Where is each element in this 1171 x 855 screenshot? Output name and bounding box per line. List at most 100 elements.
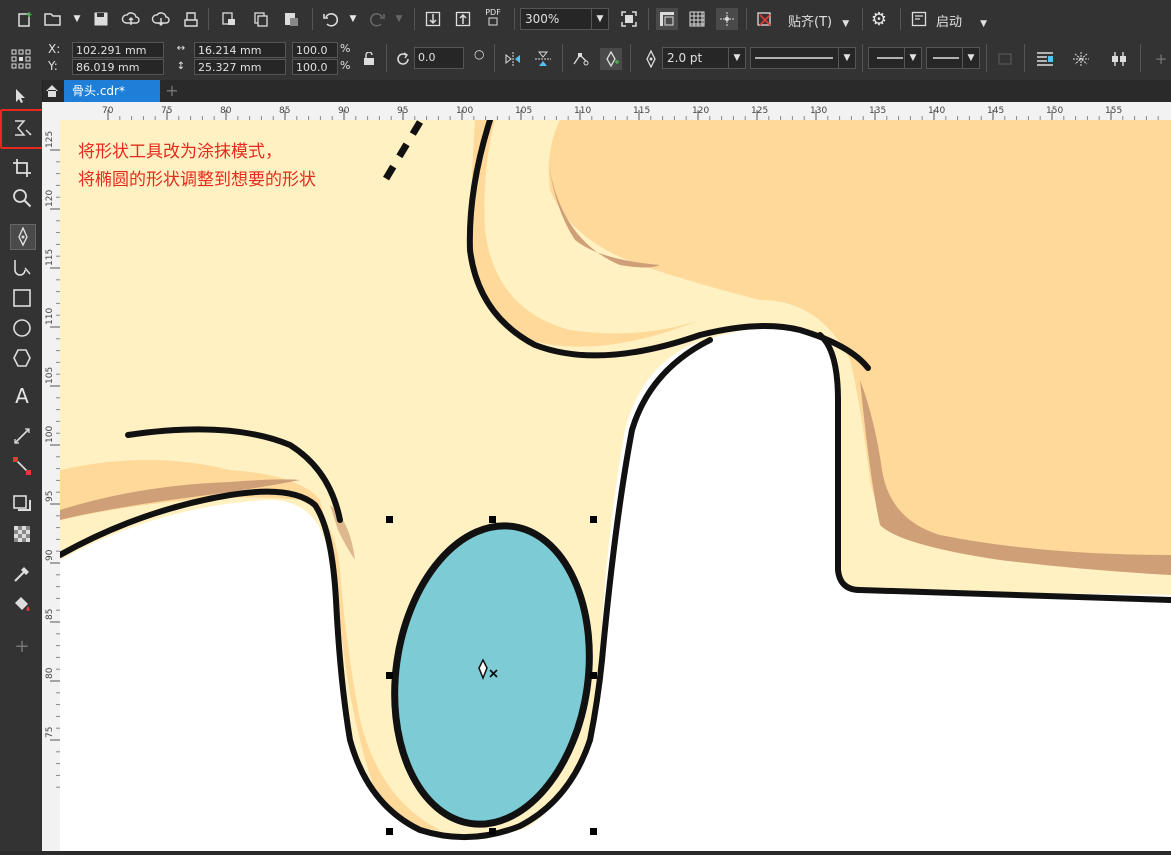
cloud-download-icon[interactable] xyxy=(150,8,172,30)
drawing-canvas[interactable]: 将形状工具改为涂抹模式， 将椭圆的形状调整到想要的形状 xyxy=(60,120,1171,851)
pen-tool-icon[interactable] xyxy=(10,224,36,250)
zoom-level-select[interactable]: 300% ▼ xyxy=(520,8,609,30)
mirror-horizontal-icon[interactable] xyxy=(502,48,524,70)
copy-icon[interactable] xyxy=(250,8,272,30)
cut-icon[interactable] xyxy=(218,8,240,30)
x-position-input[interactable]: 102.291 mm xyxy=(72,42,164,58)
swap-arrowheads-icon[interactable] xyxy=(994,48,1016,70)
paste-icon[interactable] xyxy=(280,8,302,30)
pen-nib-options-icon[interactable] xyxy=(600,48,622,70)
ruler-tick-label: 135 xyxy=(869,106,886,116)
publish-pdf-button[interactable]: PDF xyxy=(482,6,504,28)
height-input[interactable]: 25.327 mm xyxy=(194,59,286,75)
polygon-tool-icon[interactable] xyxy=(10,346,34,370)
redo-dropdown-chevron-icon[interactable]: ▼ xyxy=(388,8,410,30)
new-document-icon[interactable] xyxy=(14,8,36,30)
print-icon[interactable] xyxy=(180,8,202,30)
show-guidelines-icon[interactable] xyxy=(716,8,738,30)
object-origin-icon[interactable] xyxy=(10,48,32,70)
ruler-tick-label: 85 xyxy=(45,609,55,620)
bezier-curve-tool-icon[interactable] xyxy=(10,256,34,280)
lock-ratio-icon[interactable] xyxy=(358,48,380,70)
cloud-upload-icon[interactable] xyxy=(120,8,142,30)
mirror-vertical-icon[interactable] xyxy=(532,48,554,70)
ruler-tick-label: 130 xyxy=(810,106,827,116)
crop-tool-icon[interactable] xyxy=(10,156,34,180)
transparency-tool-icon[interactable] xyxy=(10,522,34,546)
ellipse-tool-icon[interactable] xyxy=(10,316,34,340)
ruler-tick-label: 90 xyxy=(338,106,350,116)
add-tool-plus-icon[interactable]: + xyxy=(10,634,34,658)
ruler-tick-label: 115 xyxy=(45,249,55,266)
show-rulers-icon[interactable] xyxy=(656,8,678,30)
convert-to-curves-icon[interactable] xyxy=(1070,48,1092,70)
node-edit-icon[interactable] xyxy=(570,48,592,70)
outline-width-select[interactable]: 2.0 pt ▼ xyxy=(662,47,746,69)
pick-tool-icon[interactable] xyxy=(10,86,30,106)
ruler-tick-label: 85 xyxy=(279,106,290,116)
snap-to-menu[interactable]: 贴齐(T) ▼ xyxy=(788,11,849,30)
line-style-select[interactable]: ▼ xyxy=(750,47,856,69)
ruler-tick-label: 100 xyxy=(456,106,473,116)
ruler-tick-label: 90 xyxy=(45,549,55,561)
chevron-down-icon: ▼ xyxy=(904,48,921,68)
ruler-origin-corner[interactable] xyxy=(42,102,60,120)
ruler-tick-label: 95 xyxy=(397,106,408,116)
ruler-tick-label: 140 xyxy=(928,106,945,116)
instruction-text: 将形状工具改为涂抹模式， 将椭圆的形状调整到想要的形状 xyxy=(78,138,316,194)
ruler-tick-label: 75 xyxy=(161,106,172,116)
dimension-tool-icon[interactable] xyxy=(10,424,34,448)
text-tool-icon[interactable]: A xyxy=(10,384,34,408)
scale-x-input[interactable]: 100.0 xyxy=(292,42,338,58)
connector-tool-icon[interactable] xyxy=(10,454,34,478)
wrap-text-icon[interactable] xyxy=(1034,48,1056,70)
export-icon[interactable] xyxy=(452,8,474,30)
undo-icon[interactable] xyxy=(320,8,342,30)
rectangle-tool-icon[interactable] xyxy=(10,286,34,310)
ruler-tick-label: 80 xyxy=(220,106,232,116)
scale-y-input[interactable]: 100.0 xyxy=(292,59,338,75)
ruler-tick-label: 105 xyxy=(515,106,532,116)
pdf-label: PDF xyxy=(485,8,501,17)
gear-icon[interactable]: ⚙ xyxy=(868,8,890,30)
launch-label: 启动 xyxy=(936,15,963,30)
home-icon[interactable] xyxy=(42,80,62,102)
eyedropper-tool-icon[interactable] xyxy=(10,562,34,586)
launch-icon[interactable] xyxy=(908,8,930,30)
smear-shape-tool-icon[interactable] xyxy=(10,116,34,140)
instruction-line-2: 将椭圆的形状调整到想要的形状 xyxy=(78,170,316,190)
ruler-tick-label: 75 xyxy=(45,727,55,738)
width-icon: ↔ xyxy=(176,42,186,54)
new-tab-plus-icon[interactable]: + xyxy=(162,80,182,102)
horizontal-ruler[interactable]: 70 75 80 85 90 95 100 105 110 115 120 125 130 135 140 1… xyxy=(60,102,1171,121)
start-arrowhead-select[interactable]: ▼ xyxy=(868,47,922,69)
ruler-tick-label: 120 xyxy=(45,190,55,207)
show-grid-icon[interactable] xyxy=(686,8,708,30)
align-distribute-icon[interactable] xyxy=(1108,48,1130,70)
full-screen-preview-icon[interactable] xyxy=(618,8,640,30)
standard-toolbar: ▼ ▼ ▼ PDF 300% ▼ 贴齐(T) ▼ ⚙ 启动 ▼ xyxy=(0,0,1171,39)
interactive-fill-tool-icon[interactable] xyxy=(10,592,34,616)
launch-menu[interactable]: 启动 ▼ xyxy=(936,11,987,30)
end-arrowhead-select[interactable]: ▼ xyxy=(926,47,980,69)
drop-shadow-tool-icon[interactable] xyxy=(10,492,34,516)
undo-dropdown-chevron-icon[interactable]: ▼ xyxy=(342,8,364,30)
height-icon: ↕ xyxy=(176,60,186,72)
zoom-tool-icon[interactable] xyxy=(10,186,34,210)
rotation-angle-input[interactable]: 0.0 xyxy=(414,47,464,69)
chevron-down-icon: ▼ xyxy=(838,48,855,68)
snap-off-icon[interactable] xyxy=(754,8,776,30)
chevron-down-icon: ▼ xyxy=(591,9,608,29)
outline-pen-icon xyxy=(640,48,662,70)
vertical-ruler[interactable]: 125 120 115 110 105 100 95 90 85 80 75 xyxy=(42,120,61,851)
open-folder-icon[interactable] xyxy=(42,8,64,30)
width-input[interactable]: 16.214 mm xyxy=(194,42,286,58)
import-icon[interactable] xyxy=(422,8,444,30)
tab-document[interactable]: 骨头.cdr* xyxy=(64,80,160,102)
save-icon[interactable] xyxy=(90,8,112,30)
open-dropdown-chevron-icon[interactable]: ▼ xyxy=(66,8,88,30)
y-position-input[interactable]: 86.019 mm xyxy=(72,59,164,75)
instruction-line-1: 将形状工具改为涂抹模式， xyxy=(78,142,282,162)
redo-icon[interactable] xyxy=(366,8,388,30)
add-property-plus-icon[interactable]: + xyxy=(1150,48,1171,70)
